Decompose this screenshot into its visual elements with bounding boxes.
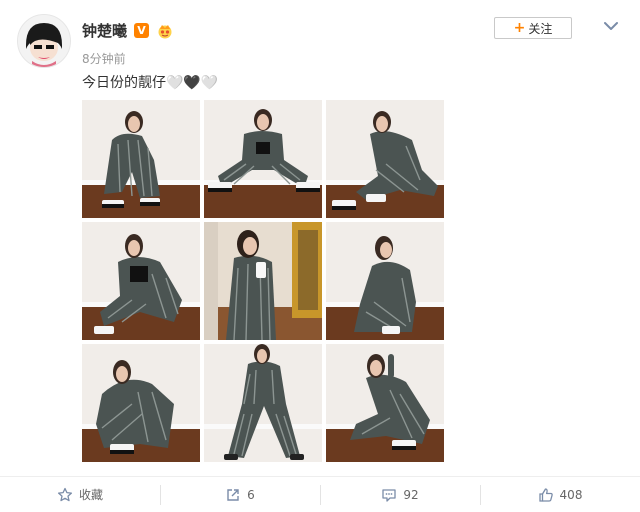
photo-9[interactable] <box>326 344 444 462</box>
like-button[interactable]: 408 <box>480 477 640 512</box>
repost-button[interactable]: 6 <box>160 477 320 512</box>
comment-button[interactable]: 92 <box>320 477 480 512</box>
photo-4[interactable] <box>82 222 200 340</box>
favorite-label: 收藏 <box>78 488 103 502</box>
photo-2[interactable] <box>204 100 322 218</box>
like-count: 408 <box>559 487 583 502</box>
like-icon <box>538 487 554 503</box>
photo-6[interactable] <box>326 222 444 340</box>
star-icon <box>57 487 73 503</box>
comment-icon <box>381 487 397 503</box>
follow-label: 关注 <box>528 21 553 36</box>
follow-button[interactable]: + 关注 <box>494 17 572 39</box>
verified-badge: V <box>134 23 149 38</box>
comment-count: 92 <box>403 487 419 502</box>
photo-1[interactable] <box>82 100 200 218</box>
photo-5[interactable] <box>204 222 322 340</box>
photo-grid <box>82 100 445 463</box>
repost-count: 6 <box>247 487 255 502</box>
post-content: 今日份的靓仔🤍🖤🤍 <box>82 75 219 91</box>
post-time[interactable]: 8分钟前 <box>82 50 126 67</box>
favorite-button[interactable]: 收藏 <box>0 477 160 512</box>
chevron-down-icon[interactable] <box>604 16 618 30</box>
avatar[interactable] <box>17 14 71 68</box>
photo-8[interactable] <box>204 344 322 462</box>
plus-icon: + <box>513 20 526 36</box>
photo-3[interactable] <box>326 100 444 218</box>
action-bar: 收藏 6 92 408 <box>0 477 640 512</box>
photo-7[interactable] <box>82 344 200 462</box>
repost-icon <box>225 487 241 503</box>
crown-icon <box>155 23 175 39</box>
username[interactable]: 钟楚曦 <box>82 20 127 41</box>
